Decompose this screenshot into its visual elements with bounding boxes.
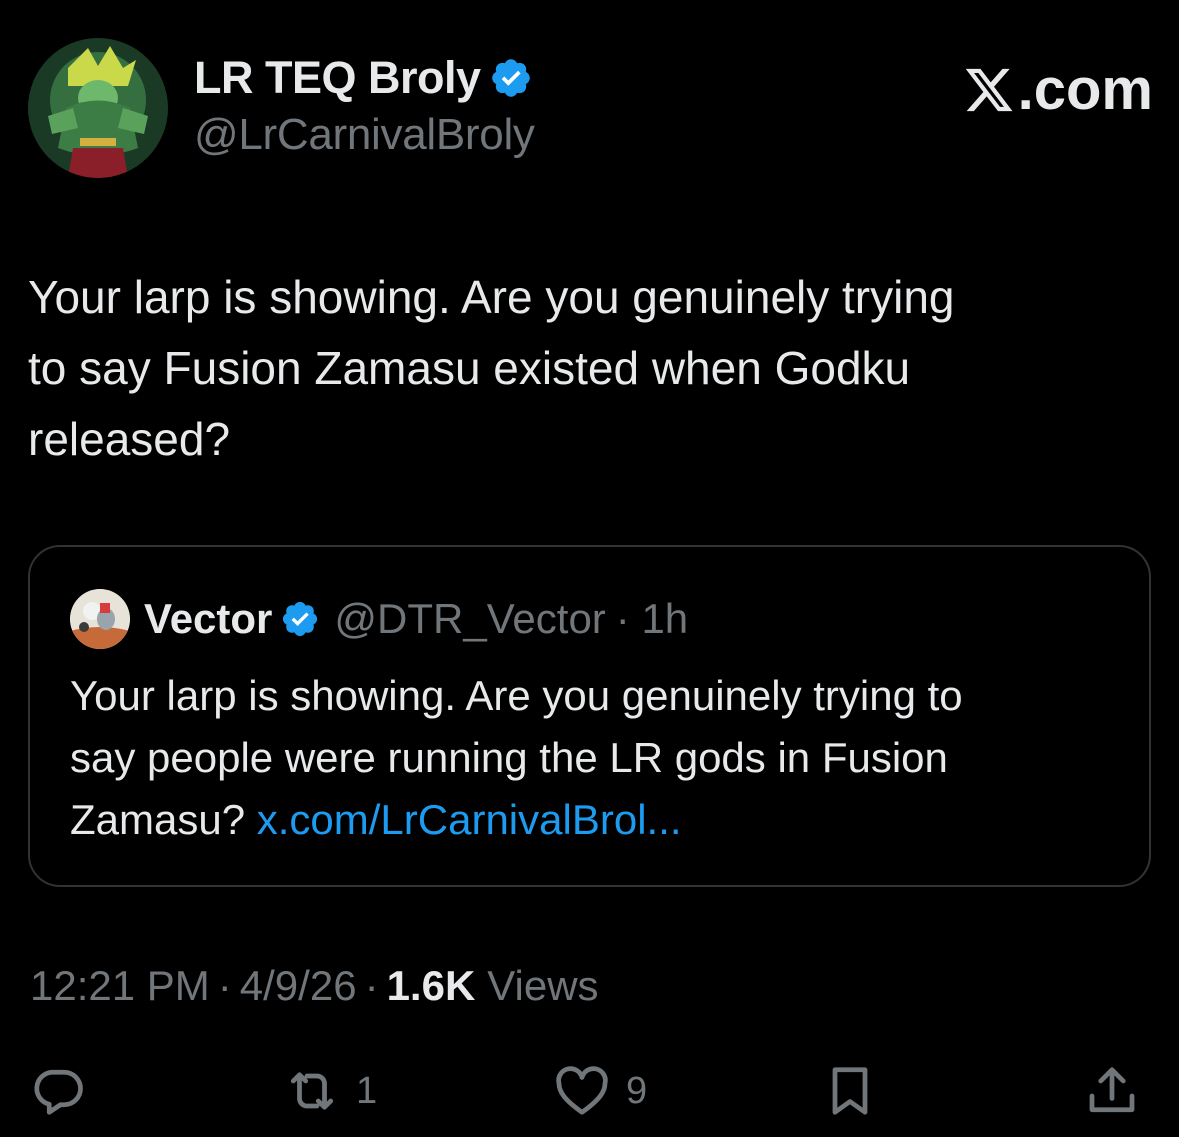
tweet-text-line: to say Fusion Zamasu existed when Godku bbox=[28, 342, 911, 394]
quoted-text: Your larp is showing. Are you genuinely … bbox=[70, 665, 1130, 851]
retweet-count: 1 bbox=[356, 1069, 378, 1112]
quoted-text-tail: Zamasu? bbox=[70, 796, 257, 843]
retweet-button[interactable]: 1 bbox=[282, 1058, 377, 1124]
reply-button[interactable] bbox=[28, 1058, 102, 1124]
quoted-text-line: say people were running the LR gods in F… bbox=[70, 734, 948, 781]
tweet-time[interactable]: 12:21 PM bbox=[30, 962, 210, 1010]
tweet-meta: 12:21 PM · 4/9/26 · 1.6K Views bbox=[30, 962, 599, 1010]
author-handle[interactable]: @LrCarnivalBroly bbox=[194, 110, 535, 160]
quoted-verified-badge-icon bbox=[283, 601, 318, 637]
quoted-time: · 1h bbox=[615, 595, 689, 642]
action-bar: 1 9 bbox=[0, 1058, 1179, 1128]
retweet-icon bbox=[290, 1072, 334, 1110]
quoted-text-line: Your larp is showing. Are you genuinely … bbox=[70, 672, 963, 719]
share-button[interactable] bbox=[1082, 1058, 1142, 1124]
quoted-author-avatar[interactable] bbox=[70, 589, 130, 649]
tweet-text-line: Your larp is showing. Are you genuinely … bbox=[28, 271, 955, 323]
quoted-handle[interactable]: @DTR_Vector bbox=[334, 595, 605, 643]
views-label: Views bbox=[487, 962, 599, 1009]
brand-logo: .com bbox=[962, 56, 1153, 123]
bookmark-button[interactable] bbox=[820, 1058, 880, 1124]
quoted-avatar-image bbox=[70, 589, 130, 649]
like-button[interactable]: 9 bbox=[552, 1058, 647, 1124]
tweet-header: LR TEQ Broly @LrCarnivalBroly .com bbox=[28, 38, 1153, 178]
quoted-display-name[interactable]: Vector bbox=[144, 595, 272, 643]
brand-text: .com bbox=[1017, 57, 1153, 122]
x-logo-icon bbox=[965, 68, 1013, 111]
tweet-text-line: released? bbox=[28, 413, 231, 465]
meta-separator: · bbox=[217, 962, 232, 1009]
views-count: 1.6K bbox=[386, 962, 476, 1009]
quoted-tweet-card[interactable]: Vector @DTR_Vector · 1h Your larp is sho… bbox=[28, 545, 1151, 887]
meta-separator: · bbox=[364, 962, 379, 1009]
avatar-image bbox=[28, 38, 168, 178]
share-icon bbox=[1089, 1067, 1135, 1113]
quoted-link[interactable]: x.com/LrCarnivalBrol... bbox=[257, 796, 682, 843]
tweet-date[interactable]: 4/9/26 bbox=[240, 962, 357, 1010]
bookmark-icon bbox=[832, 1067, 868, 1115]
verified-badge-icon bbox=[491, 59, 530, 97]
tweet-text: Your larp is showing. Are you genuinely … bbox=[28, 262, 1148, 475]
reply-icon bbox=[34, 1069, 83, 1115]
author-display-name[interactable]: LR TEQ Broly bbox=[194, 52, 481, 104]
quoted-text-line-last: Zamasu? x.com/LrCarnivalBrol... bbox=[70, 789, 1130, 851]
heart-icon bbox=[556, 1066, 608, 1115]
author-avatar[interactable] bbox=[28, 38, 168, 178]
like-count: 9 bbox=[626, 1069, 648, 1112]
